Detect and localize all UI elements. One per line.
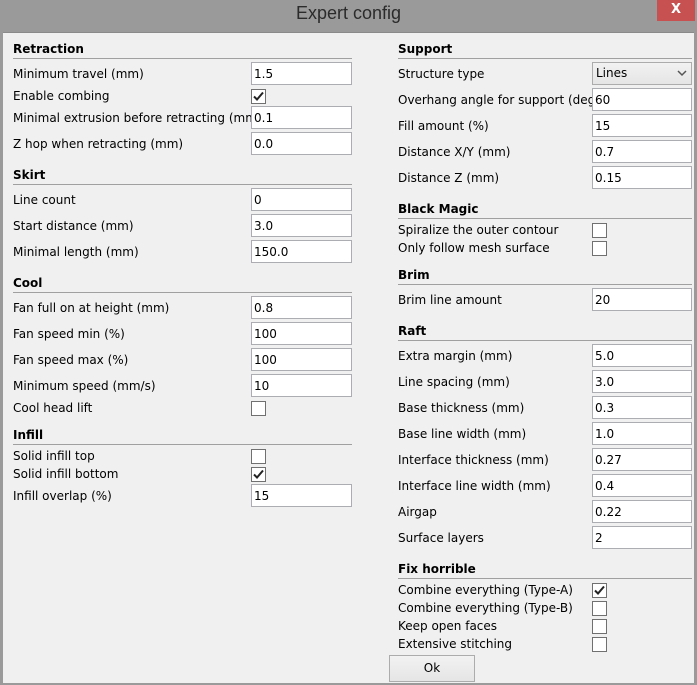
line-spacing-input[interactable] bbox=[592, 370, 692, 393]
window-title: Expert config bbox=[295, 3, 402, 23]
line-count-input[interactable] bbox=[251, 188, 352, 211]
interface-line-width-input[interactable] bbox=[592, 474, 692, 497]
infill-overlap-input[interactable] bbox=[251, 484, 352, 507]
airgap-label: Airgap bbox=[398, 505, 437, 519]
section-header-support: Support bbox=[398, 42, 453, 56]
section-header-retraction: Retraction bbox=[13, 42, 84, 56]
section-divider bbox=[13, 444, 352, 445]
distance-z-input[interactable] bbox=[592, 166, 692, 189]
cool-head-lift-checkbox[interactable] bbox=[251, 401, 266, 416]
fan-speed-max-label: Fan speed max (%) bbox=[13, 353, 129, 367]
structure-type-label: Structure type bbox=[398, 67, 485, 81]
structure-type-select[interactable]: Lines bbox=[592, 62, 692, 85]
z-hop-label: Z hop when retracting (mm) bbox=[13, 137, 184, 151]
solid-infill-bottom-checkbox[interactable] bbox=[251, 467, 266, 482]
start-distance-input[interactable] bbox=[251, 214, 352, 237]
base-line-width-input[interactable] bbox=[592, 422, 692, 445]
structure-type-value: Lines bbox=[596, 66, 628, 80]
section-divider bbox=[398, 578, 692, 579]
section-header-black-magic: Black Magic bbox=[398, 202, 479, 216]
minimal-extrusion-input[interactable] bbox=[251, 106, 352, 129]
combine-type-a-checkbox[interactable] bbox=[592, 583, 607, 598]
line-spacing-label: Line spacing (mm) bbox=[398, 375, 510, 389]
section-divider bbox=[13, 184, 352, 185]
overhang-angle-label: Overhang angle for support (deg) bbox=[398, 93, 600, 107]
section-divider bbox=[398, 58, 692, 59]
brim-line-amount-input[interactable] bbox=[592, 288, 692, 311]
section-header-skirt: Skirt bbox=[13, 168, 46, 182]
keep-open-faces-label: Keep open faces bbox=[398, 619, 498, 633]
fan-full-on-label: Fan full on at height (mm) bbox=[13, 301, 170, 315]
section-divider bbox=[398, 218, 692, 219]
solid-infill-bottom-label: Solid infill bottom bbox=[13, 467, 119, 481]
extensive-stitching-checkbox[interactable] bbox=[592, 637, 607, 652]
infill-overlap-label: Infill overlap (%) bbox=[13, 489, 112, 503]
extra-margin-label: Extra margin (mm) bbox=[398, 349, 513, 363]
follow-surface-label: Only follow mesh surface bbox=[398, 241, 550, 255]
section-divider bbox=[398, 340, 692, 341]
section-divider bbox=[13, 292, 352, 293]
enable-combing-checkbox[interactable] bbox=[251, 89, 266, 104]
fan-speed-min-input[interactable] bbox=[251, 322, 352, 345]
enable-combing-label: Enable combing bbox=[13, 89, 110, 103]
base-thickness-label: Base thickness (mm) bbox=[398, 401, 525, 415]
spiralize-checkbox[interactable] bbox=[592, 223, 607, 238]
minimal-length-label: Minimal length (mm) bbox=[13, 245, 139, 259]
airgap-input[interactable] bbox=[592, 500, 692, 523]
checkmark-icon bbox=[253, 469, 264, 479]
fan-speed-min-label: Fan speed min (%) bbox=[13, 327, 125, 341]
z-hop-input[interactable] bbox=[251, 132, 352, 155]
fill-amount-label: Fill amount (%) bbox=[398, 119, 489, 133]
close-icon: X bbox=[670, 2, 682, 17]
minimum-speed-label: Minimum speed (mm/s) bbox=[13, 379, 156, 393]
surface-layers-input[interactable] bbox=[592, 526, 692, 549]
checkmark-icon bbox=[594, 585, 605, 595]
minimum-speed-input[interactable] bbox=[251, 374, 352, 397]
fill-amount-input[interactable] bbox=[592, 114, 692, 137]
base-line-width-label: Base line width (mm) bbox=[398, 427, 527, 441]
chevron-down-icon bbox=[677, 70, 687, 77]
close-button[interactable]: X bbox=[657, 0, 695, 21]
cool-head-lift-label: Cool head lift bbox=[13, 401, 93, 415]
fan-full-on-input[interactable] bbox=[251, 296, 352, 319]
start-distance-label: Start distance (mm) bbox=[13, 219, 134, 233]
minimal-extrusion-label: Minimal extrusion before retracting (mm) bbox=[13, 111, 262, 125]
section-divider bbox=[398, 284, 692, 285]
brim-line-amount-label: Brim line amount bbox=[398, 293, 502, 307]
overhang-angle-input[interactable] bbox=[592, 88, 692, 111]
section-header-infill: Infill bbox=[13, 428, 44, 442]
minimal-length-input[interactable] bbox=[251, 240, 352, 263]
minimum-travel-input[interactable] bbox=[251, 62, 352, 85]
distance-z-label: Distance Z (mm) bbox=[398, 171, 500, 185]
spiralize-label: Spiralize the outer contour bbox=[398, 223, 559, 237]
line-count-label: Line count bbox=[13, 193, 76, 207]
solid-infill-top-checkbox[interactable] bbox=[251, 449, 266, 464]
distance-xy-input[interactable] bbox=[592, 140, 692, 163]
checkmark-icon bbox=[253, 91, 264, 101]
combine-type-b-label: Combine everything (Type-B) bbox=[398, 601, 573, 615]
keep-open-faces-checkbox[interactable] bbox=[592, 619, 607, 634]
interface-thickness-label: Interface thickness (mm) bbox=[398, 453, 549, 467]
minimum-travel-label: Minimum travel (mm) bbox=[13, 67, 144, 81]
section-divider bbox=[13, 58, 352, 59]
interface-line-width-label: Interface line width (mm) bbox=[398, 479, 551, 493]
fan-speed-max-input[interactable] bbox=[251, 348, 352, 371]
surface-layers-label: Surface layers bbox=[398, 531, 484, 545]
section-header-raft: Raft bbox=[398, 324, 427, 338]
extensive-stitching-label: Extensive stitching bbox=[398, 637, 513, 651]
ok-button[interactable]: Ok bbox=[389, 655, 475, 682]
solid-infill-top-label: Solid infill top bbox=[13, 449, 95, 463]
interface-thickness-input[interactable] bbox=[592, 448, 692, 471]
section-header-fix-horrible: Fix horrible bbox=[398, 562, 476, 576]
combine-type-b-checkbox[interactable] bbox=[592, 601, 607, 616]
distance-xy-label: Distance X/Y (mm) bbox=[398, 145, 511, 159]
extra-margin-input[interactable] bbox=[592, 344, 692, 367]
title-bar: Expert config X bbox=[0, 0, 697, 31]
base-thickness-input[interactable] bbox=[592, 396, 692, 419]
section-header-brim: Brim bbox=[398, 268, 430, 282]
section-header-cool: Cool bbox=[13, 276, 43, 290]
follow-surface-checkbox[interactable] bbox=[592, 241, 607, 256]
combine-type-a-label: Combine everything (Type-A) bbox=[398, 583, 573, 597]
